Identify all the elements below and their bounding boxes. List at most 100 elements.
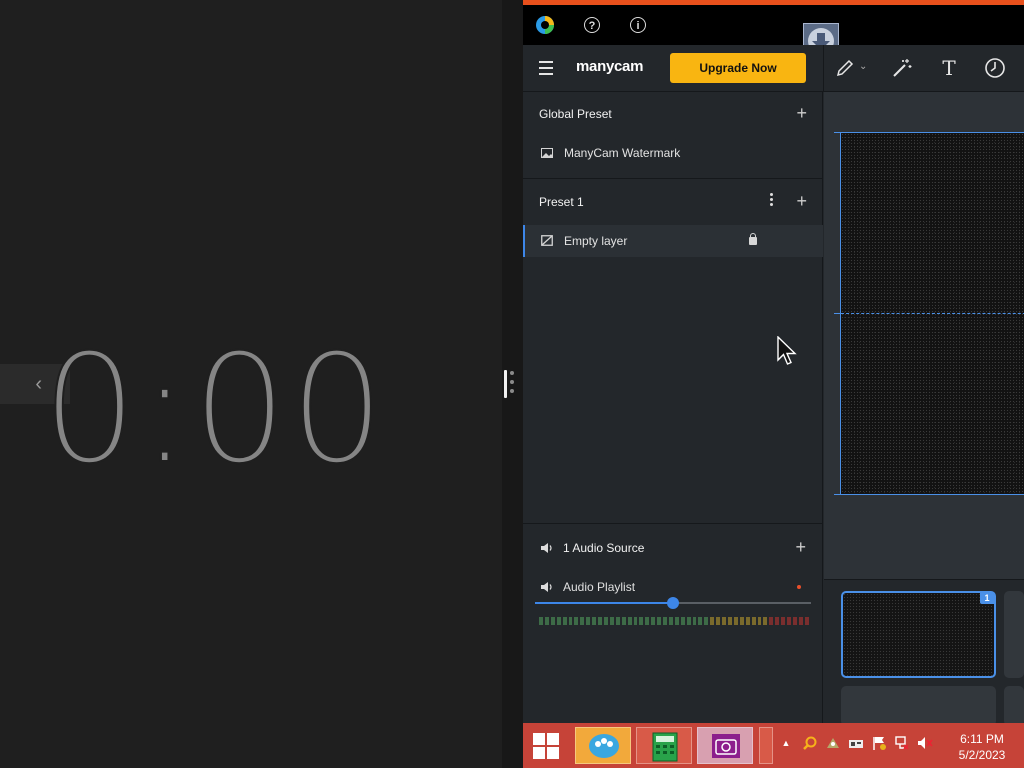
- layer-item-empty[interactable]: Empty layer: [523, 225, 823, 257]
- preset-1-header: Preset 1 +: [523, 180, 823, 224]
- scene-thumbnail[interactable]: [841, 686, 996, 726]
- global-preset-header: Global Preset +: [523, 92, 823, 136]
- meter-segment: [544, 617, 549, 625]
- meter-segment: [698, 617, 703, 625]
- action-center-flag-icon[interactable]: [871, 735, 887, 751]
- layer-label: Empty layer: [564, 234, 628, 248]
- recording-indicator: [797, 585, 801, 589]
- scene-thumbnail[interactable]: [1004, 591, 1024, 678]
- taskbar: ▲ 6:11 PM 5/2/2023: [523, 723, 1024, 768]
- meeting-app-icon[interactable]: [575, 727, 631, 764]
- manycam-logo-icon[interactable]: [535, 15, 555, 35]
- scene-thumbnail[interactable]: 1: [841, 591, 996, 678]
- timer-display: 0:00: [41, 322, 387, 498]
- empty-layer-icon: [541, 235, 553, 246]
- calculator-icon[interactable]: [636, 727, 692, 764]
- volume-slider[interactable]: [535, 597, 811, 609]
- timer-icon[interactable]: [984, 57, 1006, 79]
- help-circle-icon[interactable]: ?: [584, 17, 600, 33]
- grip-dot: [510, 380, 514, 384]
- app-tray-icon[interactable]: [825, 735, 841, 751]
- meter-segment: [621, 617, 626, 625]
- taskbar-clock[interactable]: 6:11 PM 5/2/2023: [951, 731, 1013, 763]
- add-preset-layer-button[interactable]: +: [796, 192, 807, 210]
- speaker-icon: [541, 543, 552, 553]
- upgrade-now-button[interactable]: Upgrade Now: [670, 53, 806, 83]
- center-guide-line: [841, 313, 1024, 314]
- main-toolbar: manycam Upgrade Now ⌄ T: [523, 45, 1024, 92]
- manycam-window: ? i manycam Upgrade Now ⌄ T Global Prese…: [523, 0, 1024, 726]
- magic-wand-icon[interactable]: [891, 57, 913, 79]
- scene-thumbnails: 1: [824, 536, 1024, 726]
- meter-segment: [716, 617, 721, 625]
- taskbar-overflow[interactable]: [759, 727, 773, 764]
- meter-segment: [739, 617, 744, 625]
- brand-logo: manycam: [576, 58, 644, 75]
- meter-segment: [674, 617, 679, 625]
- windows-start-icon[interactable]: [533, 733, 559, 759]
- meter-segment: [781, 617, 786, 625]
- meter-segment: [663, 617, 667, 625]
- thumbnail-badge: 1: [980, 592, 994, 604]
- toolbar-divider: [823, 45, 824, 92]
- meter-segment: [592, 617, 597, 625]
- more-options-icon[interactable]: [770, 193, 773, 208]
- grip-dot: [510, 371, 514, 375]
- taskbar-time: 6:11 PM: [960, 732, 1004, 746]
- show-hidden-icons-chevron[interactable]: ▲: [778, 735, 794, 751]
- section-divider: [523, 178, 823, 179]
- image-icon: [541, 148, 553, 158]
- meter-segment: [757, 617, 762, 625]
- network-icon[interactable]: [894, 735, 910, 751]
- audio-source-label: Audio Playlist: [563, 580, 636, 594]
- search-icon[interactable]: [802, 735, 818, 751]
- text-icon[interactable]: T: [938, 57, 960, 79]
- mouse-cursor-icon: [777, 336, 797, 365]
- meter-segment: [680, 617, 685, 625]
- window-splitter[interactable]: [502, 0, 523, 768]
- meter-segment: [787, 617, 791, 625]
- meter-segment: [668, 617, 673, 625]
- meter-segment: [639, 617, 644, 625]
- meter-segment: [775, 617, 780, 625]
- chevron-down-icon[interactable]: ⌄: [859, 61, 867, 72]
- meter-segment: [769, 617, 774, 625]
- meter-segment: [568, 617, 573, 625]
- info-circle-icon[interactable]: i: [630, 17, 646, 33]
- volume-slider-knob[interactable]: [667, 597, 679, 609]
- thumbnails-header: [824, 536, 1024, 580]
- meter-segment: [603, 617, 608, 625]
- meter-segment: [609, 617, 614, 625]
- grip-dot: [510, 389, 514, 393]
- layers-panel: Global Preset + ManyCam Watermark Preset…: [523, 92, 823, 523]
- network-card-icon[interactable]: [848, 735, 864, 751]
- layer-label: ManyCam Watermark: [564, 146, 681, 160]
- volume-slider-fill: [535, 602, 673, 604]
- scene-thumbnail[interactable]: [1004, 686, 1024, 726]
- taskbar-date: 5/2/2023: [958, 748, 1006, 762]
- meter-segment: [598, 617, 602, 625]
- add-audio-source-button[interactable]: +: [795, 538, 806, 556]
- pencil-icon[interactable]: [834, 57, 856, 79]
- meter-segment: [633, 617, 638, 625]
- meter-segment: [627, 617, 632, 625]
- meter-segment: [651, 617, 656, 625]
- title-bar: ? i: [523, 5, 1024, 59]
- preview-area: [824, 92, 1024, 536]
- audio-level-meter: [539, 617, 809, 625]
- meter-segment: [686, 617, 691, 625]
- main-video-preview[interactable]: [840, 132, 1024, 495]
- splitter-handle[interactable]: [504, 370, 507, 398]
- meter-segment: [728, 617, 732, 625]
- volume-muted-icon[interactable]: [917, 735, 933, 751]
- hamburger-menu-icon[interactable]: [539, 61, 553, 75]
- meter-segment: [751, 617, 756, 625]
- camera-app-icon[interactable]: [697, 727, 753, 764]
- speaker-icon[interactable]: [540, 581, 554, 593]
- meter-segment: [580, 617, 585, 625]
- meter-segment: [539, 617, 543, 625]
- add-global-layer-button[interactable]: +: [796, 104, 807, 122]
- meter-segment: [804, 617, 809, 625]
- lock-icon[interactable]: [749, 233, 757, 245]
- layer-item[interactable]: ManyCam Watermark: [523, 137, 823, 169]
